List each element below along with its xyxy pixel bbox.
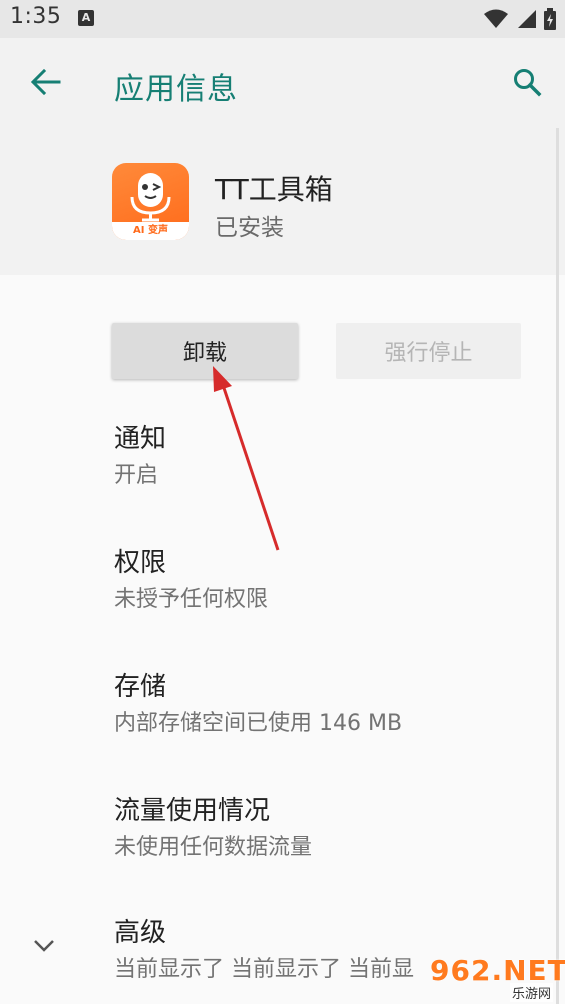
scrollbar[interactable]: [556, 128, 559, 1004]
permissions-item[interactable]: 权限 未授予任何权限: [114, 547, 268, 615]
app-icon-label: AI 变声: [112, 222, 189, 240]
status-time: 1:35: [10, 4, 62, 29]
force-stop-button[interactable]: 强行停止: [336, 323, 521, 379]
notifications-item[interactable]: 通知 开启: [114, 423, 166, 491]
watermark-text: 乐游网: [510, 983, 554, 1002]
watermark: 962.NET 乐游网: [430, 950, 565, 1004]
item-subtitle: 内部存储空间已使用 146 MB: [114, 711, 403, 736]
page-title: 应用信息: [114, 72, 238, 107]
status-bar: 1:35 A: [0, 0, 565, 38]
back-button[interactable]: [26, 62, 66, 102]
item-subtitle: 未授予任何权限: [114, 587, 269, 612]
item-title: 权限: [114, 548, 167, 578]
item-subtitle: 当前显示了 当前显示了 当前显: [114, 957, 414, 982]
app-name: TT工具箱: [215, 173, 333, 206]
app-bar: 应用信息: [0, 38, 565, 128]
chevron-down-icon[interactable]: [30, 935, 58, 955]
notification-icon: A: [78, 10, 94, 26]
app-icon: AI 变声: [112, 163, 189, 240]
item-subtitle: 未使用任何数据流量: [114, 835, 313, 860]
wifi-icon: [484, 9, 508, 28]
arrow-back-icon: [31, 69, 61, 95]
microphone-face-icon: [130, 173, 171, 222]
app-install-status: 已安装: [215, 215, 284, 241]
app-header: AI 变声 TT工具箱 已安装: [0, 128, 565, 275]
search-button[interactable]: [507, 62, 547, 102]
item-title: 存储: [114, 672, 167, 702]
advanced-item[interactable]: 高级 当前显示了 当前显示了 当前显: [114, 917, 414, 985]
item-subtitle: 开启: [114, 463, 159, 488]
uninstall-button[interactable]: 卸载: [112, 323, 298, 379]
signal-icon: [518, 10, 536, 28]
search-icon: [514, 69, 542, 97]
item-title: 通知: [114, 424, 167, 454]
item-title: 流量使用情况: [114, 796, 271, 826]
storage-item[interactable]: 存储 内部存储空间已使用 146 MB: [114, 671, 402, 739]
content-list: 卸载 强行停止 通知 开启 权限 未授予任何权限 存储 内部存储空间已使用 14…: [0, 275, 565, 1004]
status-icons: [483, 8, 557, 30]
item-title: 高级: [114, 918, 167, 948]
battery-icon: [544, 8, 556, 30]
data-usage-item[interactable]: 流量使用情况 未使用任何数据流量: [114, 795, 312, 863]
